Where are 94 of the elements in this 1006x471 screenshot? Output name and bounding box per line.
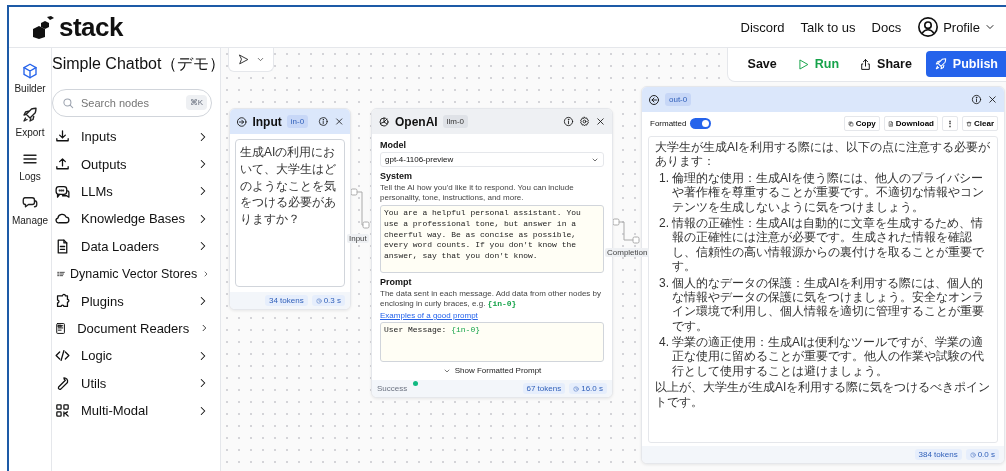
header-link[interactable]: Docs [871,19,902,35]
arrow-circle-icon [648,93,660,106]
token-count: 67 tokens [522,383,566,394]
category-item[interactable]: Inputs [52,123,220,151]
field-label: Model [380,140,407,150]
edge-label: Input [347,234,369,243]
info-icon [563,116,574,127]
node-id-badge: llm-0 [442,115,468,128]
status-text: Success [377,384,408,393]
list-item-text: 情報の正確性：生成AIは自動的に文章を生成するため、情報の正確性には注意が必要です。生成された情報を確認し、信頼性の高い情報源からの裏付けを取ることが重要です。 [672,215,985,274]
shortcut-hint: ⌘K [185,95,207,110]
category-item[interactable]: Dynamic Vector Stores [52,259,220,288]
run-time: 16.0 s [569,383,607,394]
run-time: 0.0 s [965,449,999,460]
run-time: 0.3 s [311,295,345,306]
input-field[interactable]: 生成AIの利用において、大学生はどのようなことを気をつける必要がありますか？ [235,139,345,287]
field-hint: The data sent in each message. Add data from other nodes by enclosing in curly braces, e.g. {in-0} [380,289,603,309]
save-button[interactable]: Save [741,53,783,75]
list-number: 4. [658,335,669,352]
header-link[interactable]: Talk to us [800,19,856,35]
model-dropdown[interactable]: gpt-4-1106-preview [380,152,604,167]
category-item[interactable]: Document Readers [52,314,220,343]
copy-button[interactable]: Copy [843,116,880,131]
puzzle-icon [54,292,71,310]
copy-icon [847,120,854,127]
clock-icon [315,297,322,304]
rail-tab[interactable]: Export [15,106,45,138]
show-prompt-button[interactable]: Show Formatted Prompt [436,365,548,376]
settings-icon [579,116,590,127]
pointer-tool-dropdown[interactable] [228,48,274,72]
node-title: Input [252,114,282,129]
share-icon [859,57,873,71]
category-item[interactable]: Knowledge Bases [52,205,220,233]
formatted-toggle[interactable] [690,118,712,129]
category-item[interactable]: Outputs [52,150,220,178]
status-dot [413,381,418,386]
search-icon [61,96,75,110]
category-item[interactable]: Utils [52,369,220,397]
clear-button[interactable]: Clear [962,116,998,131]
more-button[interactable]: ⋮ [942,116,958,131]
qr-icon [54,402,71,420]
token-count: 34 tokens [264,295,308,306]
rail-tab[interactable]: Builder [14,62,46,94]
node-id-badge: in-0 [286,115,309,128]
clock-icon [969,451,976,458]
list-item-text: 個人的なデータの保護：生成AIを利用する際には、個人的な情報やデータの保護に気をつけましょう。安全なオンライン環境で利用し、個人情報を適切に管理することが重要です。 [672,275,985,334]
info-icon [971,94,982,105]
toggle-label: Formatted [650,119,687,128]
prompt-field[interactable]: User Message: {in-0} [380,322,604,362]
document-icon [887,120,894,127]
field-hint: Tell the AI how you'd like it to respond. You can include personality, tone, instructions, and more. [380,183,575,203]
list-item-text: 倫理的な使用：生成AIを使う際には、他人のプライバシーや著作権を尊重することが重要です。不適切な情報やコンテンツを生成しないように気をつけましょう。 [672,170,985,214]
list-number: 1. [658,170,669,187]
chevron-icon [202,269,210,278]
profile-button[interactable]: Profile [917,16,996,38]
category-item[interactable]: LLMs [52,177,220,206]
field-label: System [380,171,414,181]
output-paragraph: 大学生が生成AIを利用する際には、以下の点に注意する必要があります： [655,140,991,169]
close-icon [595,116,606,127]
publish-button[interactable]: Publish [925,51,1006,77]
clock-icon [573,385,580,392]
profile-icon [917,16,940,38]
system-prompt-field[interactable]: You are a helpful personal assistant. You use a professional tone, but answer in a cheerful way. Be as concise as possible, every word counts. If you don't know the answer, say that you don't know. [380,205,604,273]
output-paragraph: 以上が、大学生が生成AIを利用する際に気をつけるべきポイントです。 [655,380,991,410]
rocket-icon [21,106,39,124]
rail-tab[interactable]: Manage [11,194,49,226]
rocket-icon [933,57,948,71]
info-icon [318,116,329,127]
node-title: OpenAI [395,114,438,129]
close-icon [987,94,998,105]
node-id-badge: out-0 [665,93,692,106]
header-link[interactable]: Discord [740,19,785,35]
caret-icon [256,55,265,64]
close-icon [333,116,344,127]
share-button[interactable]: Share [853,53,918,75]
list-number: 3. [658,275,669,292]
edge-label: Completion [605,248,650,257]
category-item[interactable]: Logic [52,342,220,370]
trash-icon [966,120,972,127]
field-label: Prompt [380,277,413,287]
flow-title: Simple Chatbot（デモ） [52,54,220,74]
rail-tab[interactable]: Logs [19,150,41,182]
cube-icon [21,62,39,80]
logo-text: stack [59,11,123,43]
arrow-circle-icon [236,115,248,128]
category-item[interactable]: Data Loaders [52,232,220,260]
category-item[interactable]: Multi-Modal [52,396,220,425]
examples-link[interactable]: Examples of a good prompt [380,311,478,320]
download-button[interactable]: Download [883,116,938,131]
category-item[interactable]: Plugins [52,287,220,315]
list-number: 2. [658,215,669,232]
cursor-icon [237,53,250,66]
token-count: 384 tokens [914,449,962,460]
list-item-text: 学業の適正使用：生成AIは便利なツールですが、学業の適正な使用に留めることが重要です。他人の作業や試験の代行として使用することは避けましょう。 [672,335,985,379]
